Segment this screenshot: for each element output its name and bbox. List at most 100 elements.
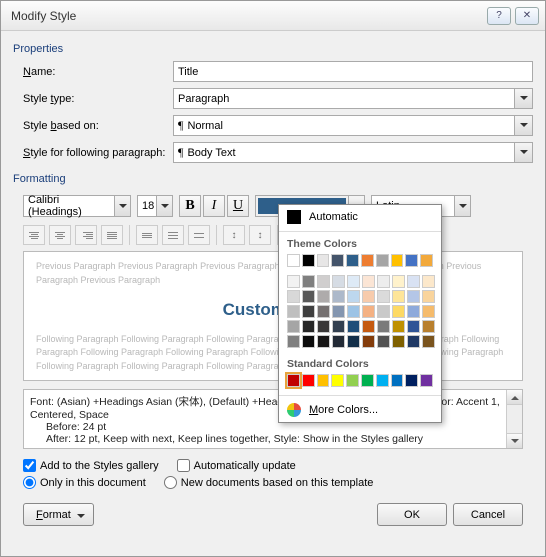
- color-swatch[interactable]: [302, 290, 315, 303]
- color-swatch[interactable]: [377, 305, 390, 318]
- color-swatch[interactable]: [287, 305, 300, 318]
- color-swatch[interactable]: [331, 254, 344, 267]
- color-swatch[interactable]: [361, 254, 374, 267]
- color-swatch[interactable]: [405, 374, 418, 387]
- align-left-button[interactable]: [23, 225, 45, 245]
- help-button[interactable]: ?: [487, 7, 511, 25]
- based-on-combo[interactable]: ¶Normal: [173, 115, 533, 136]
- color-swatch[interactable]: [332, 305, 345, 318]
- color-swatch[interactable]: [392, 290, 405, 303]
- spacing-15-button[interactable]: [162, 225, 184, 245]
- color-swatch[interactable]: [331, 374, 344, 387]
- name-input[interactable]: [173, 61, 533, 82]
- color-swatch[interactable]: [302, 320, 315, 333]
- color-swatch[interactable]: [392, 320, 405, 333]
- style-type-combo[interactable]: Paragraph: [173, 88, 533, 109]
- bold-button[interactable]: B: [179, 195, 201, 217]
- color-swatch[interactable]: [347, 305, 360, 318]
- color-swatch[interactable]: [362, 275, 375, 288]
- color-swatch[interactable]: [332, 320, 345, 333]
- color-swatch[interactable]: [422, 290, 435, 303]
- ok-button[interactable]: OK: [377, 503, 447, 526]
- color-swatch[interactable]: [392, 305, 405, 318]
- color-swatch[interactable]: [422, 305, 435, 318]
- color-swatch[interactable]: [347, 290, 360, 303]
- following-combo[interactable]: ¶Body Text: [173, 142, 533, 163]
- color-swatch[interactable]: [317, 320, 330, 333]
- color-swatch[interactable]: [407, 275, 420, 288]
- color-swatch[interactable]: [317, 254, 330, 267]
- italic-button[interactable]: I: [203, 195, 225, 217]
- color-swatch[interactable]: [302, 254, 315, 267]
- color-swatch[interactable]: [377, 320, 390, 333]
- color-swatch[interactable]: [420, 254, 433, 267]
- color-swatch[interactable]: [332, 335, 345, 348]
- space-before-dec-button[interactable]: ↕: [249, 225, 271, 245]
- align-center-button[interactable]: [49, 225, 71, 245]
- color-swatch[interactable]: [377, 275, 390, 288]
- color-swatch[interactable]: [407, 305, 420, 318]
- color-swatch[interactable]: [362, 320, 375, 333]
- color-swatch[interactable]: [362, 305, 375, 318]
- color-swatch[interactable]: [317, 374, 330, 387]
- close-button[interactable]: ✕: [515, 7, 539, 25]
- color-swatch[interactable]: [287, 335, 300, 348]
- scroll-up-button[interactable]: [507, 390, 522, 405]
- color-swatch[interactable]: [361, 374, 374, 387]
- color-swatch[interactable]: [392, 335, 405, 348]
- color-swatch[interactable]: [376, 374, 389, 387]
- color-swatch[interactable]: [332, 290, 345, 303]
- color-swatch[interactable]: [377, 290, 390, 303]
- color-swatch[interactable]: [317, 335, 330, 348]
- underline-button[interactable]: U: [227, 195, 249, 217]
- color-swatch[interactable]: [346, 254, 359, 267]
- scroll-down-button[interactable]: [507, 433, 522, 448]
- color-swatch[interactable]: [302, 305, 315, 318]
- color-swatch[interactable]: [376, 254, 389, 267]
- new-docs-radio[interactable]: New documents based on this template: [164, 476, 374, 489]
- color-swatch[interactable]: [392, 275, 405, 288]
- color-swatch[interactable]: [407, 335, 420, 348]
- color-swatch[interactable]: [287, 290, 300, 303]
- color-swatch[interactable]: [391, 374, 404, 387]
- format-button[interactable]: Format: [23, 503, 94, 526]
- color-swatch[interactable]: [346, 374, 359, 387]
- color-swatch[interactable]: [377, 335, 390, 348]
- color-swatch[interactable]: [317, 275, 330, 288]
- more-colors-item[interactable]: More Colors...: [279, 398, 441, 422]
- color-swatch[interactable]: [347, 320, 360, 333]
- size-combo[interactable]: 18: [137, 195, 173, 217]
- color-swatch[interactable]: [347, 275, 360, 288]
- spacing-2-button[interactable]: [188, 225, 210, 245]
- color-swatch[interactable]: [362, 290, 375, 303]
- space-before-inc-button[interactable]: ↕: [223, 225, 245, 245]
- only-this-doc-radio[interactable]: Only in this document: [23, 476, 146, 489]
- color-swatch[interactable]: [287, 374, 300, 387]
- color-swatch[interactable]: [302, 275, 315, 288]
- scrollbar[interactable]: [506, 390, 522, 448]
- automatic-color-item[interactable]: Automatic: [279, 205, 441, 229]
- cancel-button[interactable]: Cancel: [453, 503, 523, 526]
- color-swatch[interactable]: [287, 275, 300, 288]
- color-swatch[interactable]: [407, 290, 420, 303]
- color-swatch[interactable]: [287, 254, 300, 267]
- color-swatch[interactable]: [405, 254, 418, 267]
- color-swatch[interactable]: [407, 320, 420, 333]
- color-swatch[interactable]: [302, 335, 315, 348]
- spacing-1-button[interactable]: [136, 225, 158, 245]
- color-swatch[interactable]: [420, 374, 433, 387]
- align-justify-button[interactable]: [101, 225, 123, 245]
- color-swatch[interactable]: [287, 320, 300, 333]
- font-combo[interactable]: Calibri (Headings): [23, 195, 131, 217]
- color-swatch[interactable]: [362, 335, 375, 348]
- color-swatch[interactable]: [302, 374, 315, 387]
- color-swatch[interactable]: [422, 275, 435, 288]
- align-right-button[interactable]: [75, 225, 97, 245]
- add-to-gallery-checkbox[interactable]: Add to the Styles gallery: [23, 459, 159, 472]
- color-swatch[interactable]: [422, 320, 435, 333]
- color-swatch[interactable]: [317, 290, 330, 303]
- color-swatch[interactable]: [317, 305, 330, 318]
- color-swatch[interactable]: [422, 335, 435, 348]
- color-swatch[interactable]: [347, 335, 360, 348]
- color-swatch[interactable]: [332, 275, 345, 288]
